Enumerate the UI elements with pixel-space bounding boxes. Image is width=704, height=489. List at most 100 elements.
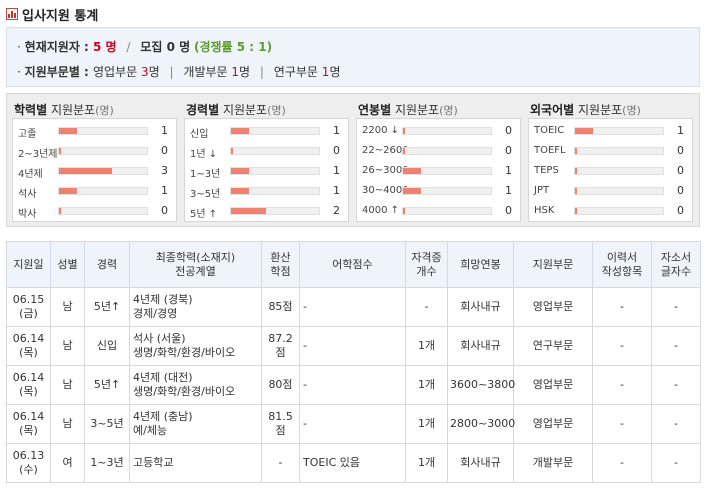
table-cell: 3600~3800 [447,365,515,405]
table-cell: 5년↑ [84,365,130,405]
distribution-title: 연봉별 지원분포(명) [358,101,458,118]
slash-separator: / [126,40,131,54]
distribution-box: 고졸 1 2~3년제 0 4년제 3 석사 1 박사 0 [12,118,177,222]
distribution-row: 1년 ↓ 0 [185,141,348,161]
bar-track [402,127,492,135]
bullet: · [17,65,21,79]
bar-track [402,207,492,215]
distribution-row: HSK 0 [529,201,692,221]
table-cell: - [299,404,406,444]
bar-fill [231,168,249,174]
distribution-unit: (명) [95,104,114,117]
distribution-row: 4000 ↑ 0 [357,201,520,221]
table-row[interactable]: 06.13 (수) 여 1~3년 고등학교 - TOEIC 있음 1개 회사내규 개발부문 - - [6,443,701,483]
table-cell: 1개 [405,365,448,405]
table-cell: 1개 [405,443,448,483]
table-cell: - [299,287,406,327]
table-cell: 2800~3000 [447,404,515,444]
column-header: 자격증 개수 [405,241,448,288]
distribution-row: TEPS 0 [529,161,692,181]
table-cell: 영업부문 [513,365,593,405]
column-header: 환산 학점 [261,241,300,288]
bar-fill [575,208,577,214]
bar-fill [231,128,249,134]
row-value: 0 [677,144,684,157]
bullet: · [17,40,21,54]
division-item-sales: 영업부문 3명 [93,65,160,79]
table-header-row: 지원일 성별 경력 최종학력(소재지) 전공계열 환산 학점 어학점수 자격증 개수 희망연봉 지원부… [6,241,701,288]
distribution-title-bold: 연봉별 [358,103,392,117]
distribution-row: 4년제 3 [13,161,176,181]
bar-fill [59,148,61,154]
row-value: 1 [505,184,512,197]
table-cell: 회사내규 [447,443,514,483]
table-cell: 영업부문 [513,404,593,444]
row-value: 1 [333,184,340,197]
bar-track [230,207,320,215]
summary-by-division: · 지원부문별 : 영업부문 3명 | 개발부문 1명 | 연구부문 1명 [17,63,340,80]
table-cell: - [651,326,701,366]
table-cell: 06.13 (수) [6,443,51,483]
distribution-row: 2~3년제 0 [13,141,176,161]
bar-track [402,147,492,155]
table-cell: 신입 [84,326,130,366]
distribution-title-rest: 지원분포 [219,103,268,117]
distribution-title-bold: 학력별 [14,103,48,117]
division-count: 3 [141,65,149,79]
division-unit: 명 [148,65,160,79]
bar-track [574,147,664,155]
row-label: TOEIC [534,125,565,136]
bar-track [230,147,320,155]
row-label: 5년 ↑ [190,209,218,220]
distribution-unit: (명) [622,104,641,117]
table-cell: - [651,287,701,327]
applicants-label: 현재지원자 [24,40,80,54]
table-row[interactable]: 06.14 (목) 남 5년↑ 4년제 (대전) 생명/화학/환경/바이오 80점 -1개 36… [6,365,701,405]
table-cell: 87.2점 [261,326,300,366]
distribution-title: 외국어별 지원분포(명) [530,101,641,118]
bar-track [574,167,664,175]
bar-fill [575,128,593,134]
table-cell: 연구부문 [513,326,593,366]
bar-fill [59,208,61,214]
distribution-row: TOEFL 0 [529,141,692,161]
bar-fill [59,128,77,134]
table-row[interactable]: 06.15 (금) 남 5년↑ 4년제 (경북) 경제/경영 85점 - - 회사내규 영업부문 - - [6,287,701,327]
bar-track [402,187,492,195]
distribution-title-bold: 외국어별 [530,103,575,117]
bar-fill [575,168,577,174]
distribution-title: 학력별 지원분포(명) [14,101,114,118]
bar-fill [231,148,233,154]
table-row[interactable]: 06.14 (목) 남 신입 석사 (서울) 생명/화학/환경/바이오 87.2점 -1개 회사… [6,326,701,366]
table-cell: 06.14 (목) [6,365,51,405]
table-cell: 1개 [405,404,448,444]
table-cell: 4년제 (경북) 경제/경영 [129,287,262,327]
row-value: 1 [161,124,168,137]
colon: : [79,65,94,79]
distribution-unit: (명) [439,104,458,117]
row-label: 4년제 [18,169,43,180]
distribution-box: 2200 ↓ 0 22~2600 0 26~3000 1 30~4000 1 4000 ↑ 0 [356,118,521,222]
table-cell: 남 [50,287,85,327]
table-row[interactable]: 06.14 (목) 남 3~5년 4년제 (충남) 예/체능 81.5점 -1개 2800~30… [6,404,701,444]
distribution-row: TOEIC 1 [529,121,692,141]
bar-fill [403,148,405,154]
bar-track [230,167,320,175]
distribution-row: 26~3000 1 [357,161,520,181]
distribution-row: JPT 0 [529,181,692,201]
distribution-title-rest: 지원분포 [47,103,96,117]
recruit-value: 0 명 [162,40,191,54]
table-cell: 06.14 (목) [6,404,51,444]
bar-fill [231,208,267,214]
table-cell: 85점 [261,287,300,327]
bar-track [58,167,148,175]
bar-fill [59,188,77,194]
table-cell: 석사 (서울) 생명/화학/환경/바이오 [129,326,262,366]
row-value: 0 [161,144,168,157]
table-cell: 회사내규 [447,326,514,366]
table-cell: 06.14 (목) [6,326,51,366]
division-unit: 명 [329,65,341,79]
row-value: 1 [677,124,684,137]
column-header: 어학점수 [299,241,406,288]
table-cell: - [651,443,701,483]
